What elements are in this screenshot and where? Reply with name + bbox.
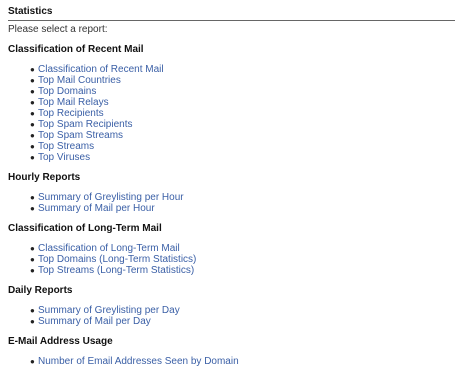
report-list-email-usage: ● Number of Email Addresses Seen by Domai…: [8, 356, 457, 367]
list-item: ● Top Streams: [30, 141, 457, 152]
report-link-top-spam-streams[interactable]: Top Spam Streams: [38, 130, 123, 141]
bullet-icon: ●: [30, 120, 35, 129]
bullet-icon: ●: [30, 317, 35, 326]
list-item: ● Top Streams (Long-Term Statistics): [30, 265, 457, 276]
report-link-top-viruses[interactable]: Top Viruses: [38, 152, 90, 163]
section-heading-long-term-mail: Classification of Long-Term Mail: [8, 223, 162, 234]
report-list-daily: ● Summary of Greylisting per Day ● Summary…: [8, 305, 457, 327]
list-item: ● Top Mail Countries: [30, 75, 457, 86]
report-list-recent-mail: ● Classification of Recent Mail ● Top Mail…: [8, 64, 457, 163]
bullet-icon: ●: [30, 131, 35, 140]
intro-text: Please select a report:: [8, 24, 108, 35]
list-item: ● Summary of Greylisting per Day: [30, 305, 457, 316]
report-link-top-streams[interactable]: Top Streams: [38, 141, 94, 152]
report-link-classification-recent-mail[interactable]: Classification of Recent Mail: [38, 64, 164, 75]
bullet-icon: ●: [30, 244, 35, 253]
report-link-top-recipients[interactable]: Top Recipients: [38, 108, 104, 119]
list-item: ● Summary of Mail per Hour: [30, 203, 457, 214]
statistics-page: Statistics Please select a report: Class…: [0, 0, 457, 367]
bullet-icon: ●: [30, 306, 35, 315]
bullet-icon: ●: [30, 193, 35, 202]
bullet-icon: ●: [30, 98, 35, 107]
section-heading-recent-mail: Classification of Recent Mail: [8, 44, 144, 55]
page-title: Statistics: [8, 6, 455, 21]
bullet-icon: ●: [30, 266, 35, 275]
list-item: ● Top Domains (Long-Term Statistics): [30, 254, 457, 265]
list-item: ● Summary of Mail per Day: [30, 316, 457, 327]
bullet-icon: ●: [30, 109, 35, 118]
bullet-icon: ●: [30, 153, 35, 162]
report-link-mail-per-day[interactable]: Summary of Mail per Day: [38, 316, 151, 327]
report-link-greylisting-per-day[interactable]: Summary of Greylisting per Day: [38, 305, 180, 316]
report-link-email-addresses-by-domain[interactable]: Number of Email Addresses Seen by Domain: [38, 356, 239, 367]
list-item: ● Top Viruses: [30, 152, 457, 163]
bullet-icon: ●: [30, 204, 35, 213]
report-link-classification-long-term-mail[interactable]: Classification of Long-Term Mail: [38, 243, 180, 254]
report-link-top-mail-relays[interactable]: Top Mail Relays: [38, 97, 109, 108]
bullet-icon: ●: [30, 142, 35, 151]
list-item: ● Classification of Recent Mail: [30, 64, 457, 75]
bullet-icon: ●: [30, 65, 35, 74]
section-heading-email-address-usage: E-Mail Address Usage: [8, 336, 113, 347]
report-link-top-streams-long-term[interactable]: Top Streams (Long-Term Statistics): [38, 265, 194, 276]
bullet-icon: ●: [30, 357, 35, 366]
list-item: ● Top Recipients: [30, 108, 457, 119]
list-item: ● Top Spam Recipients: [30, 119, 457, 130]
section-heading-daily-reports: Daily Reports: [8, 285, 73, 296]
bullet-icon: ●: [30, 87, 35, 96]
report-link-greylisting-per-hour[interactable]: Summary of Greylisting per Hour: [38, 192, 184, 203]
report-link-top-domains[interactable]: Top Domains: [38, 86, 96, 97]
report-link-top-domains-long-term[interactable]: Top Domains (Long-Term Statistics): [38, 254, 196, 265]
list-item: ● Top Mail Relays: [30, 97, 457, 108]
list-item: ● Top Spam Streams: [30, 130, 457, 141]
report-link-mail-per-hour[interactable]: Summary of Mail per Hour: [38, 203, 155, 214]
report-list-hourly: ● Summary of Greylisting per Hour ● Summar…: [8, 192, 457, 214]
report-list-long-term: ● Classification of Long-Term Mail ● Top D…: [8, 243, 457, 276]
bullet-icon: ●: [30, 255, 35, 264]
report-link-top-mail-countries[interactable]: Top Mail Countries: [38, 75, 121, 86]
list-item: ● Number of Email Addresses Seen by Domai…: [30, 356, 457, 367]
section-heading-hourly-reports: Hourly Reports: [8, 172, 81, 183]
bullet-icon: ●: [30, 76, 35, 85]
list-item: ● Top Domains: [30, 86, 457, 97]
list-item: ● Summary of Greylisting per Hour: [30, 192, 457, 203]
list-item: ● Classification of Long-Term Mail: [30, 243, 457, 254]
report-link-top-spam-recipients[interactable]: Top Spam Recipients: [38, 119, 133, 130]
